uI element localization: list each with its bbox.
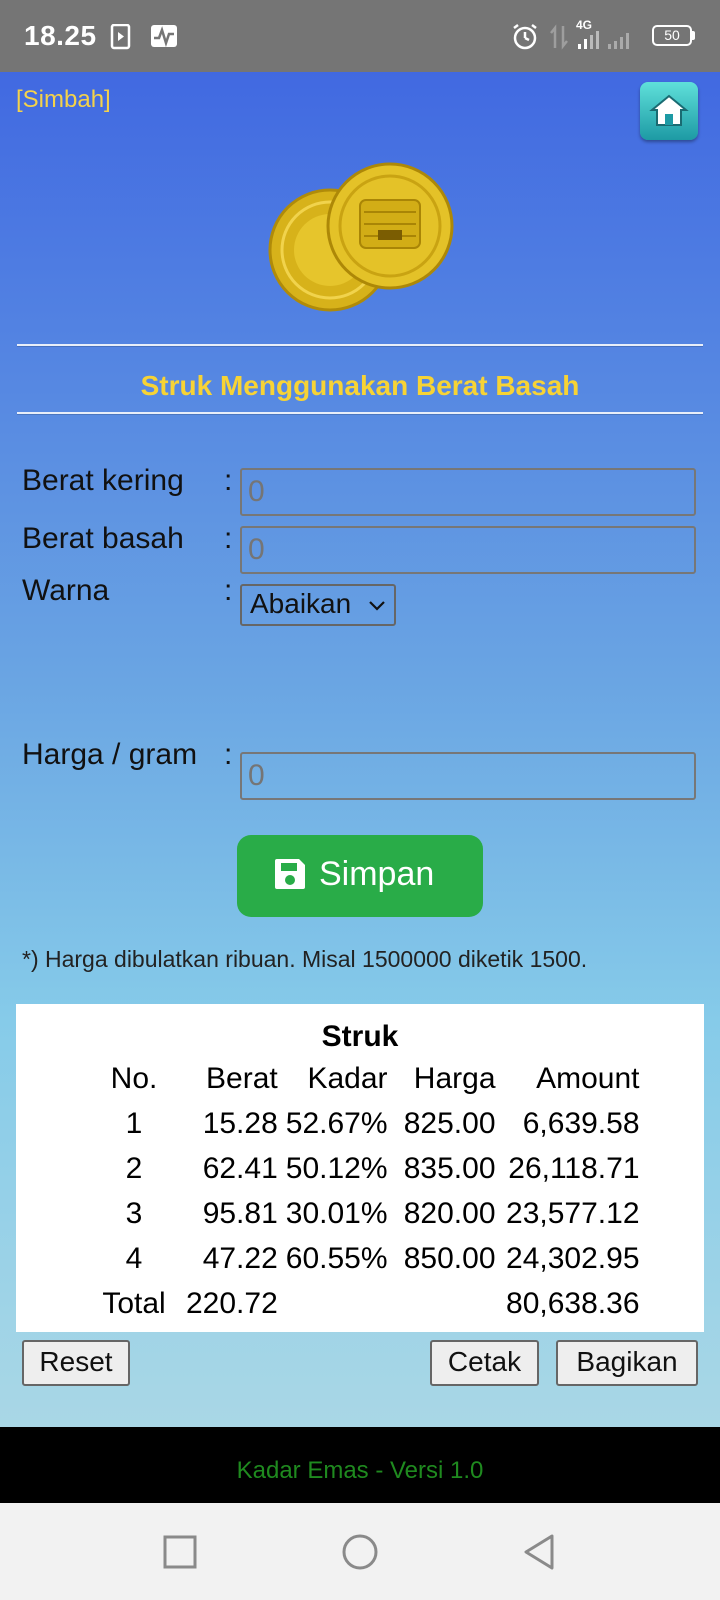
table-cell-empty [282,1281,392,1326]
table-cell: 52.67% [285,1106,388,1140]
total-label: Total [102,1286,166,1320]
berat-kering-label: Berat kering [22,464,184,497]
activity-notification-icon [151,25,177,48]
table-header-row: No. Berat Kadar Harga Amount [86,1056,644,1101]
table-cell: 820.00 [403,1196,496,1230]
table-cell: 3 [125,1196,143,1230]
status-bar: 18.25 4G 50 [0,0,720,72]
table-total-row: Total 220.72 80,638.36 [86,1281,644,1326]
table-cell-empty [392,1281,500,1326]
media-notification-icon [110,24,131,50]
table-cell: 15.28 [202,1106,278,1140]
struk-table: No. Berat Kadar Harga Amount 1 15.28 52.… [86,1056,644,1326]
alarm-icon [513,24,537,50]
home-nav-icon[interactable] [341,1533,379,1571]
signal-icon [578,31,629,49]
divider-bottom [17,412,703,414]
reset-button[interactable]: Reset [22,1340,130,1386]
table-cell: 835.00 [403,1151,496,1185]
bagikan-button[interactable]: Bagikan [556,1340,698,1386]
harga-input[interactable] [240,752,696,800]
gold-coins-logo [268,162,454,312]
home-button[interactable] [640,82,698,140]
harga-label: Harga / gram [22,738,198,771]
berat-basah-label: Berat basah [22,522,184,555]
berat-kering-input[interactable] [240,468,696,516]
battery-icon: 50 [652,25,692,46]
table-row: 3 95.81 30.01% 820.00 23,577.12 [86,1191,644,1236]
battery-tip [692,31,695,40]
simpan-label: Simpan [319,855,435,893]
simbah-label[interactable]: [Simbah] [16,86,111,114]
app-content: [Simbah] Struk Menggunakan Berat Basah B… [0,72,720,1427]
table-row: 4 47.22 60.55% 850.00 24,302.95 [86,1236,644,1281]
recent-apps-icon[interactable] [163,1535,197,1569]
table-cell: 6,639.58 [522,1106,640,1140]
table-cell: 825.00 [403,1106,496,1140]
chevron-down-icon [369,601,385,611]
table-cell: 4 [125,1241,143,1275]
total-berat: 220.72 [186,1286,278,1320]
column-header: No. [110,1061,158,1095]
save-icon [275,859,305,889]
warna-select-value: Abaikan [250,588,352,619]
table-cell: 60.55% [285,1241,388,1275]
warna-label: Warna [22,574,110,607]
footer-version: Kadar Emas - Versi 1.0 [236,1457,484,1484]
table-row: 2 62.41 50.12% 835.00 26,118.71 [86,1146,644,1191]
table-cell: 23,577.12 [506,1196,640,1230]
table-cell: 95.81 [202,1196,278,1230]
column-header: Harga [413,1061,496,1095]
back-icon[interactable] [522,1533,556,1571]
table-row: 1 15.28 52.67% 825.00 6,639.58 [86,1101,644,1146]
berat-basah-input[interactable] [240,526,696,574]
home-icon [649,94,689,126]
table-cell: 62.41 [202,1151,278,1185]
table-cell: 850.00 [403,1241,496,1275]
table-cell: 50.12% [285,1151,388,1185]
page-title: Struk Menggunakan Berat Basah [140,370,580,401]
warna-select[interactable]: Abaikan [240,584,396,626]
struk-panel: Struk No. Berat Kadar Harga Amount 1 15.… [16,1004,704,1332]
column-header: Amount [536,1061,640,1095]
footer: Kadar Emas - Versi 1.0 [0,1427,720,1503]
simpan-button[interactable]: Simpan [237,835,483,917]
rounding-note: *) Harga dibulatkan ribuan. Misal 150000… [22,946,588,972]
table-cell: 1 [125,1106,143,1140]
table-cell: 24,302.95 [506,1241,640,1275]
table-cell: 30.01% [285,1196,388,1230]
colon: : [224,464,233,497]
struk-title: Struk [321,1020,399,1053]
colon: : [224,522,233,555]
status-time: 18.25 [24,20,97,51]
data-transfer-icon [550,24,568,50]
table-cell: 26,118.71 [508,1151,640,1185]
battery-level: 50 [664,27,680,43]
column-header: Berat [206,1061,278,1095]
column-header: Kadar [307,1061,388,1095]
cetak-button[interactable]: Cetak [430,1340,539,1386]
divider-top [17,344,703,346]
table-cell: 47.22 [202,1241,278,1275]
colon: : [224,574,233,607]
total-amount: 80,638.36 [506,1286,640,1320]
table-cell: 2 [125,1151,143,1185]
colon: : [224,738,233,771]
navigation-bar [0,1503,720,1600]
